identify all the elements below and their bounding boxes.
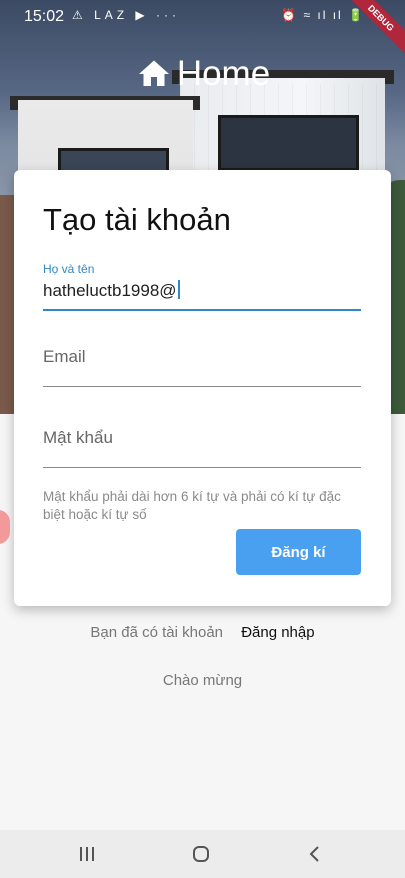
signup-button[interactable]: Đăng kí (236, 529, 361, 575)
password-placeholder: Mật khẩu (43, 428, 113, 447)
name-label: Họ và tên (43, 262, 95, 276)
header-title: Home (176, 54, 271, 93)
home-icon (138, 60, 169, 86)
email-placeholder: Email (43, 347, 86, 366)
home-circle-icon (193, 846, 209, 862)
name-field[interactable]: Họ và tên hatheluctb1998@ (43, 262, 361, 311)
name-value-wrap: hatheluctb1998@ (43, 280, 361, 301)
app-header: Home (0, 52, 405, 96)
welcome-text: Chào mừng (162, 672, 243, 689)
password-hint: Mật khẩu phải dài hơn 6 kí tự và phải có… (43, 489, 341, 522)
name-input[interactable]: hatheluctb1998@ (43, 281, 177, 300)
email-field[interactable]: Email (43, 347, 361, 387)
back-button[interactable] (285, 830, 345, 878)
login-question: Bạn đã có tài khoản (90, 624, 224, 641)
system-icons: ⏰ ≈ ıl ıl 🔋 (281, 8, 365, 22)
back-icon (309, 846, 319, 862)
text-caret (177, 280, 180, 299)
name-underline (43, 309, 361, 311)
login-link[interactable]: Đăng nhập (241, 624, 314, 641)
signup-card: Tạo tài khoản Họ và tên hatheluctb1998@ … (14, 170, 391, 606)
status-time: 15:02 (24, 8, 65, 25)
system-nav-bar (0, 830, 405, 878)
status-bar: 15:02 ⚠ LAZ ▶ ··· ⏰ ≈ ıl ıl 🔋 DEBUG (0, 0, 405, 60)
recents-icon (80, 847, 94, 861)
login-row: Bạn đã có tài khoản Đăng nhập (0, 624, 405, 641)
floating-bubble[interactable] (0, 510, 10, 544)
password-underline (43, 467, 361, 468)
password-field[interactable]: Mật khẩu (43, 428, 361, 468)
form-title: Tạo tài khoản (43, 202, 231, 237)
notification-icons: ⚠ LAZ ▶ ··· (72, 8, 180, 22)
home-button[interactable] (171, 830, 231, 878)
email-underline (43, 386, 361, 387)
recents-button[interactable] (57, 830, 117, 878)
